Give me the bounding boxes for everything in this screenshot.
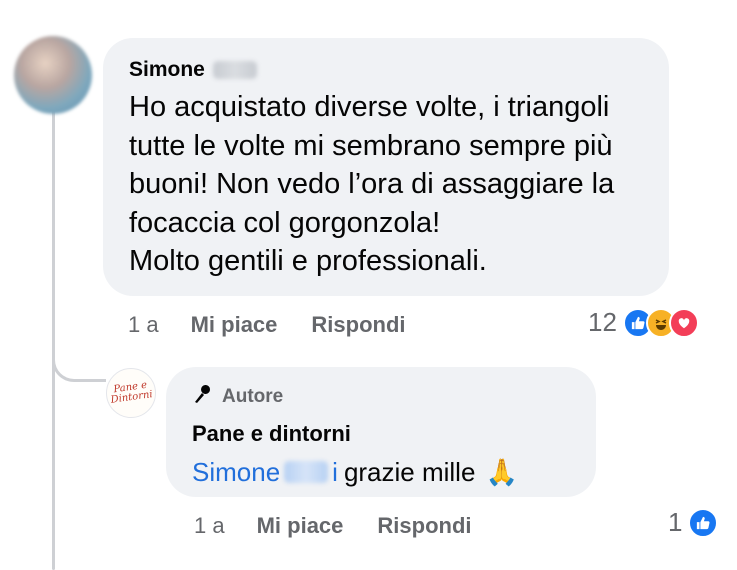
comment-actions: 1 a Mi piace Rispondi	[128, 312, 406, 338]
microphone-icon	[192, 383, 214, 411]
reply-author[interactable]: Pane e dintorni	[192, 419, 570, 449]
like-button[interactable]: Mi piace	[257, 513, 344, 539]
avatar[interactable]	[14, 36, 92, 114]
reply-timestamp[interactable]: 1 a	[194, 513, 225, 539]
comment-author-name[interactable]: Simone	[129, 56, 205, 84]
reply-text: Simone i grazie mille 🙏	[192, 455, 570, 489]
like-button[interactable]: Mi piace	[191, 312, 278, 338]
redacted-name	[212, 61, 257, 79]
comment-timestamp[interactable]: 1 a	[128, 312, 159, 338]
reply-button[interactable]: Rispondi	[311, 312, 405, 338]
mention-last-visible[interactable]: i	[332, 455, 338, 489]
comment-text: Ho acquistato diverse volte, i triangoli…	[129, 91, 615, 277]
like-icon	[688, 507, 719, 538]
love-icon	[668, 307, 699, 338]
comment-bubble: Simone Ho acquistato diverse volte, i tr…	[103, 38, 669, 296]
reply-message: grazie mille	[343, 457, 476, 487]
mention-first-name[interactable]: Simone	[192, 455, 280, 489]
reply-actions: 1 a Mi piace Rispondi	[194, 513, 472, 539]
redacted-name	[284, 461, 329, 483]
reply-reactions[interactable]: 1	[668, 507, 719, 538]
author-badge-label: Autore	[222, 386, 284, 407]
mention-link[interactable]: Simone i	[192, 455, 338, 489]
reply-bubble: Autore Pane e dintorni Simone i grazie m…	[166, 367, 596, 497]
reaction-count: 1	[668, 507, 683, 537]
page-logo: Pane e Dintorni	[110, 379, 154, 406]
comment-author[interactable]: Simone	[129, 56, 643, 84]
comment-reactions[interactable]: 12	[588, 307, 699, 338]
praying-hands-emoji: 🙏	[485, 457, 518, 487]
reaction-count: 12	[588, 307, 617, 337]
reply-button[interactable]: Rispondi	[377, 513, 471, 539]
page-avatar[interactable]: Pane e Dintorni	[106, 368, 156, 418]
thread-branch	[52, 330, 106, 382]
author-badge: Autore	[192, 383, 570, 411]
